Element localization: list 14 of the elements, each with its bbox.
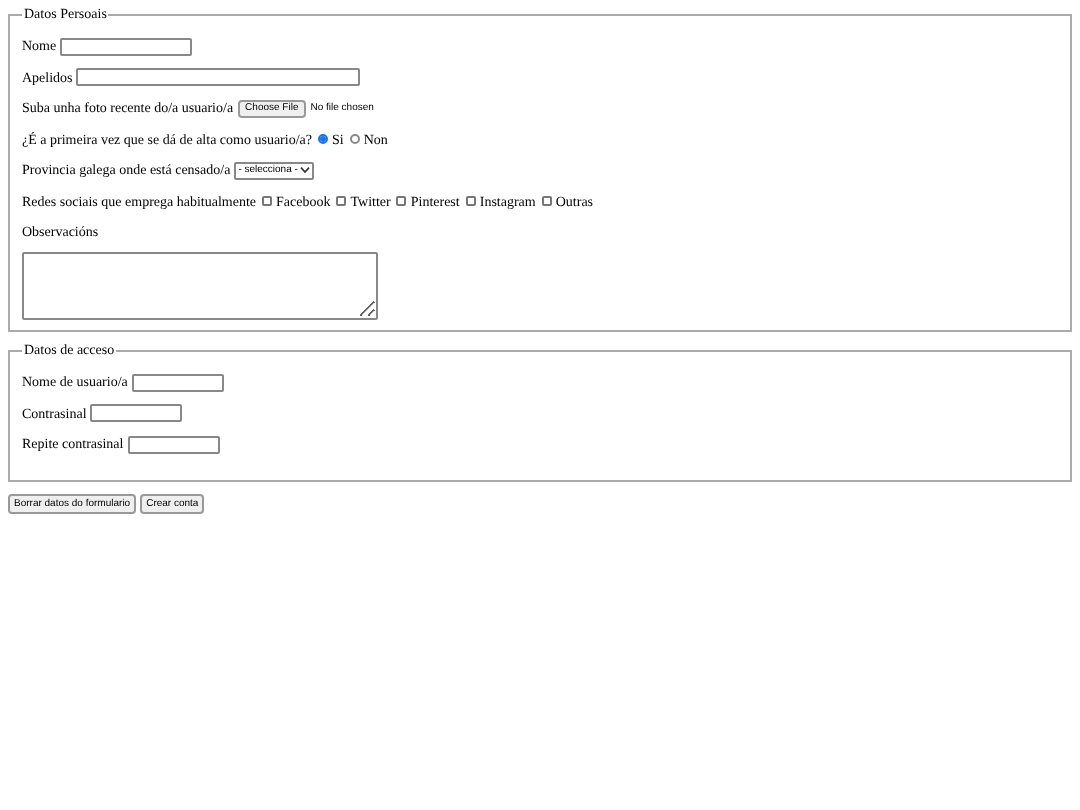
radio-button[interactable] (318, 134, 328, 145)
checkbox[interactable] (262, 196, 273, 207)
checkbox[interactable] (336, 196, 347, 207)
radio-button[interactable] (349, 134, 360, 145)
observations-textarea[interactable] (22, 252, 378, 320)
text-field[interactable] (131, 373, 224, 392)
checkbox[interactable] (396, 196, 407, 207)
caret-icon (299, 166, 310, 175)
checkbox[interactable] (465, 196, 476, 207)
text-field[interactable] (60, 37, 193, 56)
checkbox[interactable] (541, 196, 552, 207)
text-field[interactable] (127, 435, 220, 454)
text-field[interactable] (90, 404, 183, 423)
text-field[interactable] (76, 68, 361, 87)
